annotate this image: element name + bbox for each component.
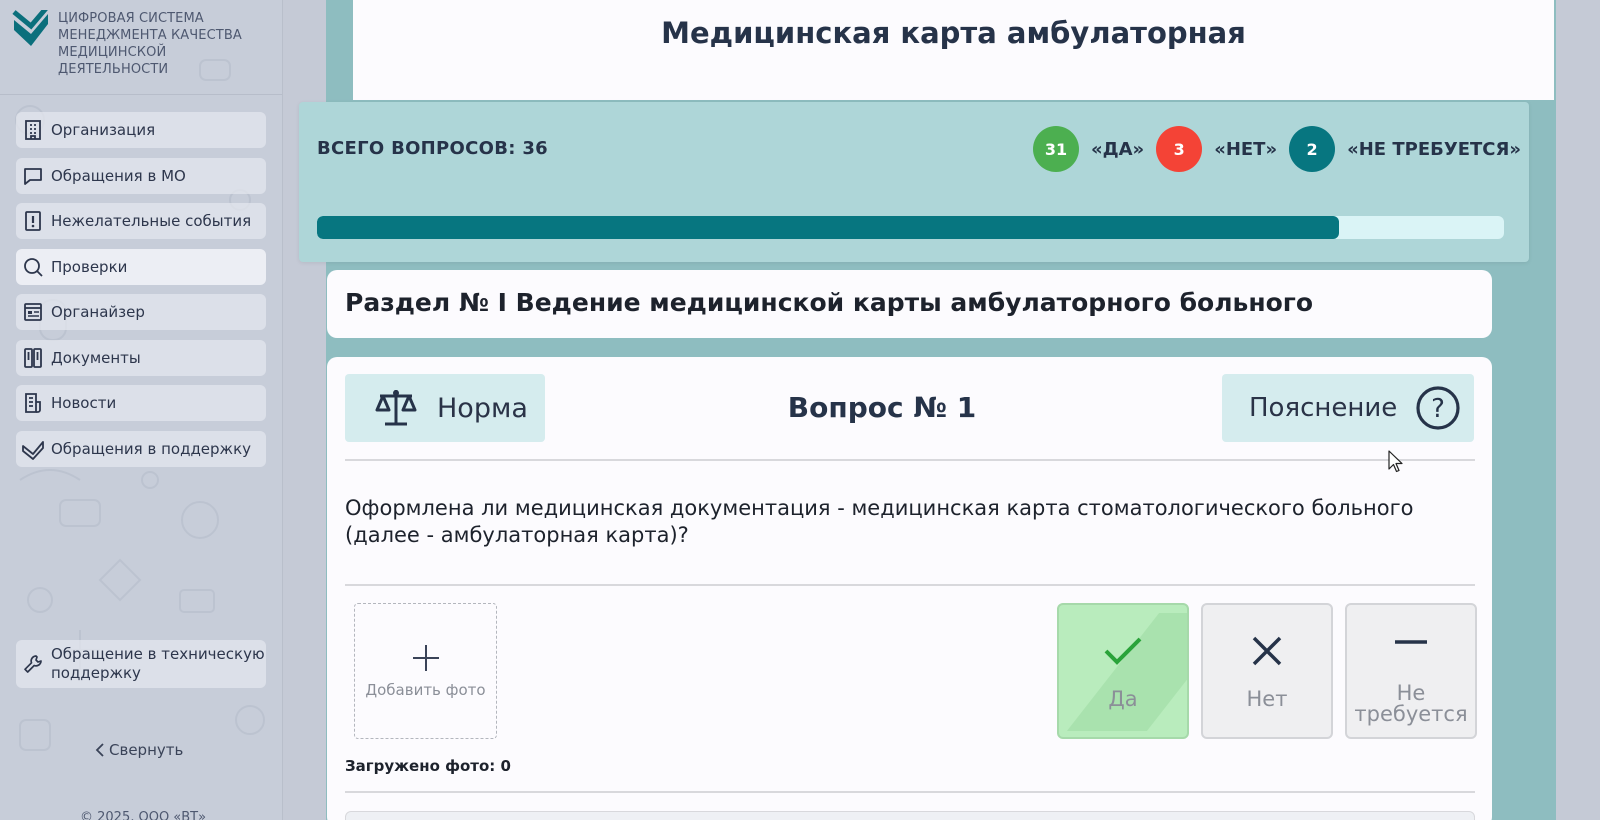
support-icon bbox=[22, 440, 44, 460]
close-icon bbox=[1252, 636, 1282, 666]
tech-support-label: Обращение в техническую поддержку bbox=[51, 645, 265, 683]
chevron-left-icon bbox=[95, 743, 104, 757]
documents-icon bbox=[24, 347, 42, 368]
page-title: Медицинская карта амбулаторная bbox=[661, 16, 1246, 50]
sidebar-item-label: Обращения в МО bbox=[51, 166, 186, 185]
next-block bbox=[345, 811, 1475, 820]
check-icon bbox=[1104, 637, 1142, 665]
collapse-sidebar-button[interactable]: Свернуть bbox=[95, 741, 183, 759]
copyright: © 2025, ООО «ВТ» bbox=[80, 810, 207, 820]
title-card: Медицинская карта амбулаторная bbox=[353, 0, 1554, 100]
news-icon bbox=[25, 393, 41, 413]
sidebar-item-organizer[interactable]: Органайзер bbox=[16, 294, 266, 330]
wrench-icon bbox=[24, 655, 42, 673]
sidebar-item-label: Новости bbox=[51, 394, 117, 412]
main-content: Медицинская карта амбулаторная ВСЕГО ВОП… bbox=[283, 0, 1600, 820]
explanation-label: Пояснение bbox=[1249, 393, 1398, 423]
na-count-badge: 2 bbox=[1289, 126, 1336, 172]
yes-count-badge: 31 bbox=[1032, 126, 1079, 172]
photos-uploaded: Загружено фото: 0 bbox=[345, 757, 511, 775]
sidebar-item-appeals[interactable]: Обращения в МО bbox=[16, 157, 266, 194]
total-questions: ВСЕГО ВОПРОСОВ: 36 bbox=[317, 138, 548, 159]
warning-book-icon bbox=[25, 211, 41, 231]
tech-support-line: поддержку bbox=[51, 664, 141, 682]
section-card: Раздел № I Ведение медицинской карты амб… bbox=[327, 270, 1492, 338]
brand-divider bbox=[0, 94, 282, 95]
collapse-label: Свернуть bbox=[109, 741, 184, 759]
plus-icon bbox=[412, 645, 439, 671]
sidebar-item-organization[interactable]: Организация bbox=[16, 112, 266, 148]
sidebar-item-inspections[interactable]: Проверки bbox=[16, 248, 266, 285]
answer-not-required-label: Не требуется bbox=[1354, 683, 1467, 725]
na-count-label: «НЕ ТРЕБУЕТСЯ» bbox=[1347, 138, 1521, 160]
progress-bar bbox=[317, 216, 1504, 239]
add-photo-button[interactable]: Добавить фото bbox=[354, 603, 497, 739]
sidebar: ЦИФРОВАЯ СИСТЕМА МЕНЕДЖМЕНТА КАЧЕСТВА МЕ… bbox=[0, 0, 283, 820]
answer-counters: 31 «ДА» 3 «НЕТ» 2 «НЕ ТРЕБУЕТСЯ» bbox=[1032, 126, 1521, 172]
sidebar-nav: Организация Обращения в МО Нежелательные… bbox=[16, 112, 266, 476]
chat-icon bbox=[24, 167, 42, 185]
brand-text: ЦИФРОВАЯ СИСТЕМА МЕНЕДЖМЕНТА КАЧЕСТВА МЕ… bbox=[58, 10, 242, 78]
brand-line: ЦИФРОВАЯ СИСТЕМА bbox=[58, 11, 204, 26]
building-icon bbox=[25, 120, 41, 140]
divider bbox=[345, 584, 1475, 586]
question-circle-icon: ? bbox=[1416, 386, 1460, 430]
brand-line: МЕДИЦИНСКОЙ bbox=[58, 45, 167, 60]
progress-fill bbox=[317, 216, 1339, 239]
stats-panel: ВСЕГО ВОПРОСОВ: 36 31 «ДА» 3 «НЕТ» 2 «НЕ… bbox=[299, 102, 1529, 262]
answer-options: Да Нет Не требуется bbox=[1057, 603, 1477, 739]
answer-not-required-line: требуется bbox=[1354, 702, 1468, 726]
sidebar-item-label: Органайзер bbox=[51, 303, 145, 321]
brand[interactable]: ЦИФРОВАЯ СИСТЕМА МЕНЕДЖМЕНТА КАЧЕСТВА МЕ… bbox=[12, 10, 242, 78]
explanation-button[interactable]: Пояснение ? bbox=[1222, 374, 1474, 442]
section-title: Раздел № I Ведение медицинской карты амб… bbox=[345, 288, 1314, 317]
checkmark-shield-logo-icon bbox=[12, 10, 48, 46]
divider bbox=[345, 459, 1475, 461]
answer-no-label: Нет bbox=[1246, 687, 1288, 711]
question-text: Оформлена ли медицинская документация - … bbox=[345, 496, 1414, 547]
tech-support-button[interactable]: Обращение в техническую поддержку bbox=[16, 640, 266, 688]
organizer-icon bbox=[24, 303, 42, 321]
selected-highlight bbox=[1066, 613, 1187, 731]
sidebar-item-news[interactable]: Новости bbox=[16, 385, 266, 421]
search-icon bbox=[24, 257, 43, 277]
answer-yes-button[interactable]: Да bbox=[1057, 603, 1189, 739]
divider bbox=[345, 791, 1475, 793]
answer-yes-label: Да bbox=[1108, 687, 1138, 711]
minus-icon bbox=[1395, 640, 1427, 644]
yes-count-label: «ДА» bbox=[1090, 138, 1145, 160]
sidebar-item-label: Обращения в поддержку bbox=[51, 439, 252, 458]
answer-not-required-button[interactable]: Не требуется bbox=[1345, 603, 1477, 739]
tech-support-line: Обращение в техническую bbox=[51, 645, 265, 663]
svg-text:?: ? bbox=[1431, 394, 1445, 424]
answer-no-button[interactable]: Нет bbox=[1201, 603, 1333, 739]
no-count-label: «НЕТ» bbox=[1214, 138, 1278, 160]
sidebar-item-adverse-events[interactable]: Нежелательные события bbox=[16, 203, 266, 239]
no-count-badge: 3 bbox=[1156, 126, 1203, 172]
sidebar-item-label: Организация bbox=[51, 121, 156, 139]
add-photo-label: Добавить фото bbox=[365, 681, 486, 699]
sidebar-item-support[interactable]: Обращения в поддержку bbox=[16, 430, 266, 467]
mouse-cursor-icon bbox=[1388, 450, 1403, 473]
question-card: Норма Вопрос № 1 Пояснение ? Оформлена л… bbox=[327, 357, 1492, 820]
sidebar-item-label: Документы bbox=[51, 348, 141, 367]
brand-line: ДЕЯТЕЛЬНОСТИ bbox=[58, 62, 169, 77]
sidebar-item-label: Нежелательные события bbox=[51, 212, 252, 230]
sidebar-item-label: Проверки bbox=[51, 257, 128, 276]
sidebar-item-documents[interactable]: Документы bbox=[16, 339, 266, 376]
brand-line: МЕНЕДЖМЕНТА КАЧЕСТВА bbox=[58, 28, 242, 43]
